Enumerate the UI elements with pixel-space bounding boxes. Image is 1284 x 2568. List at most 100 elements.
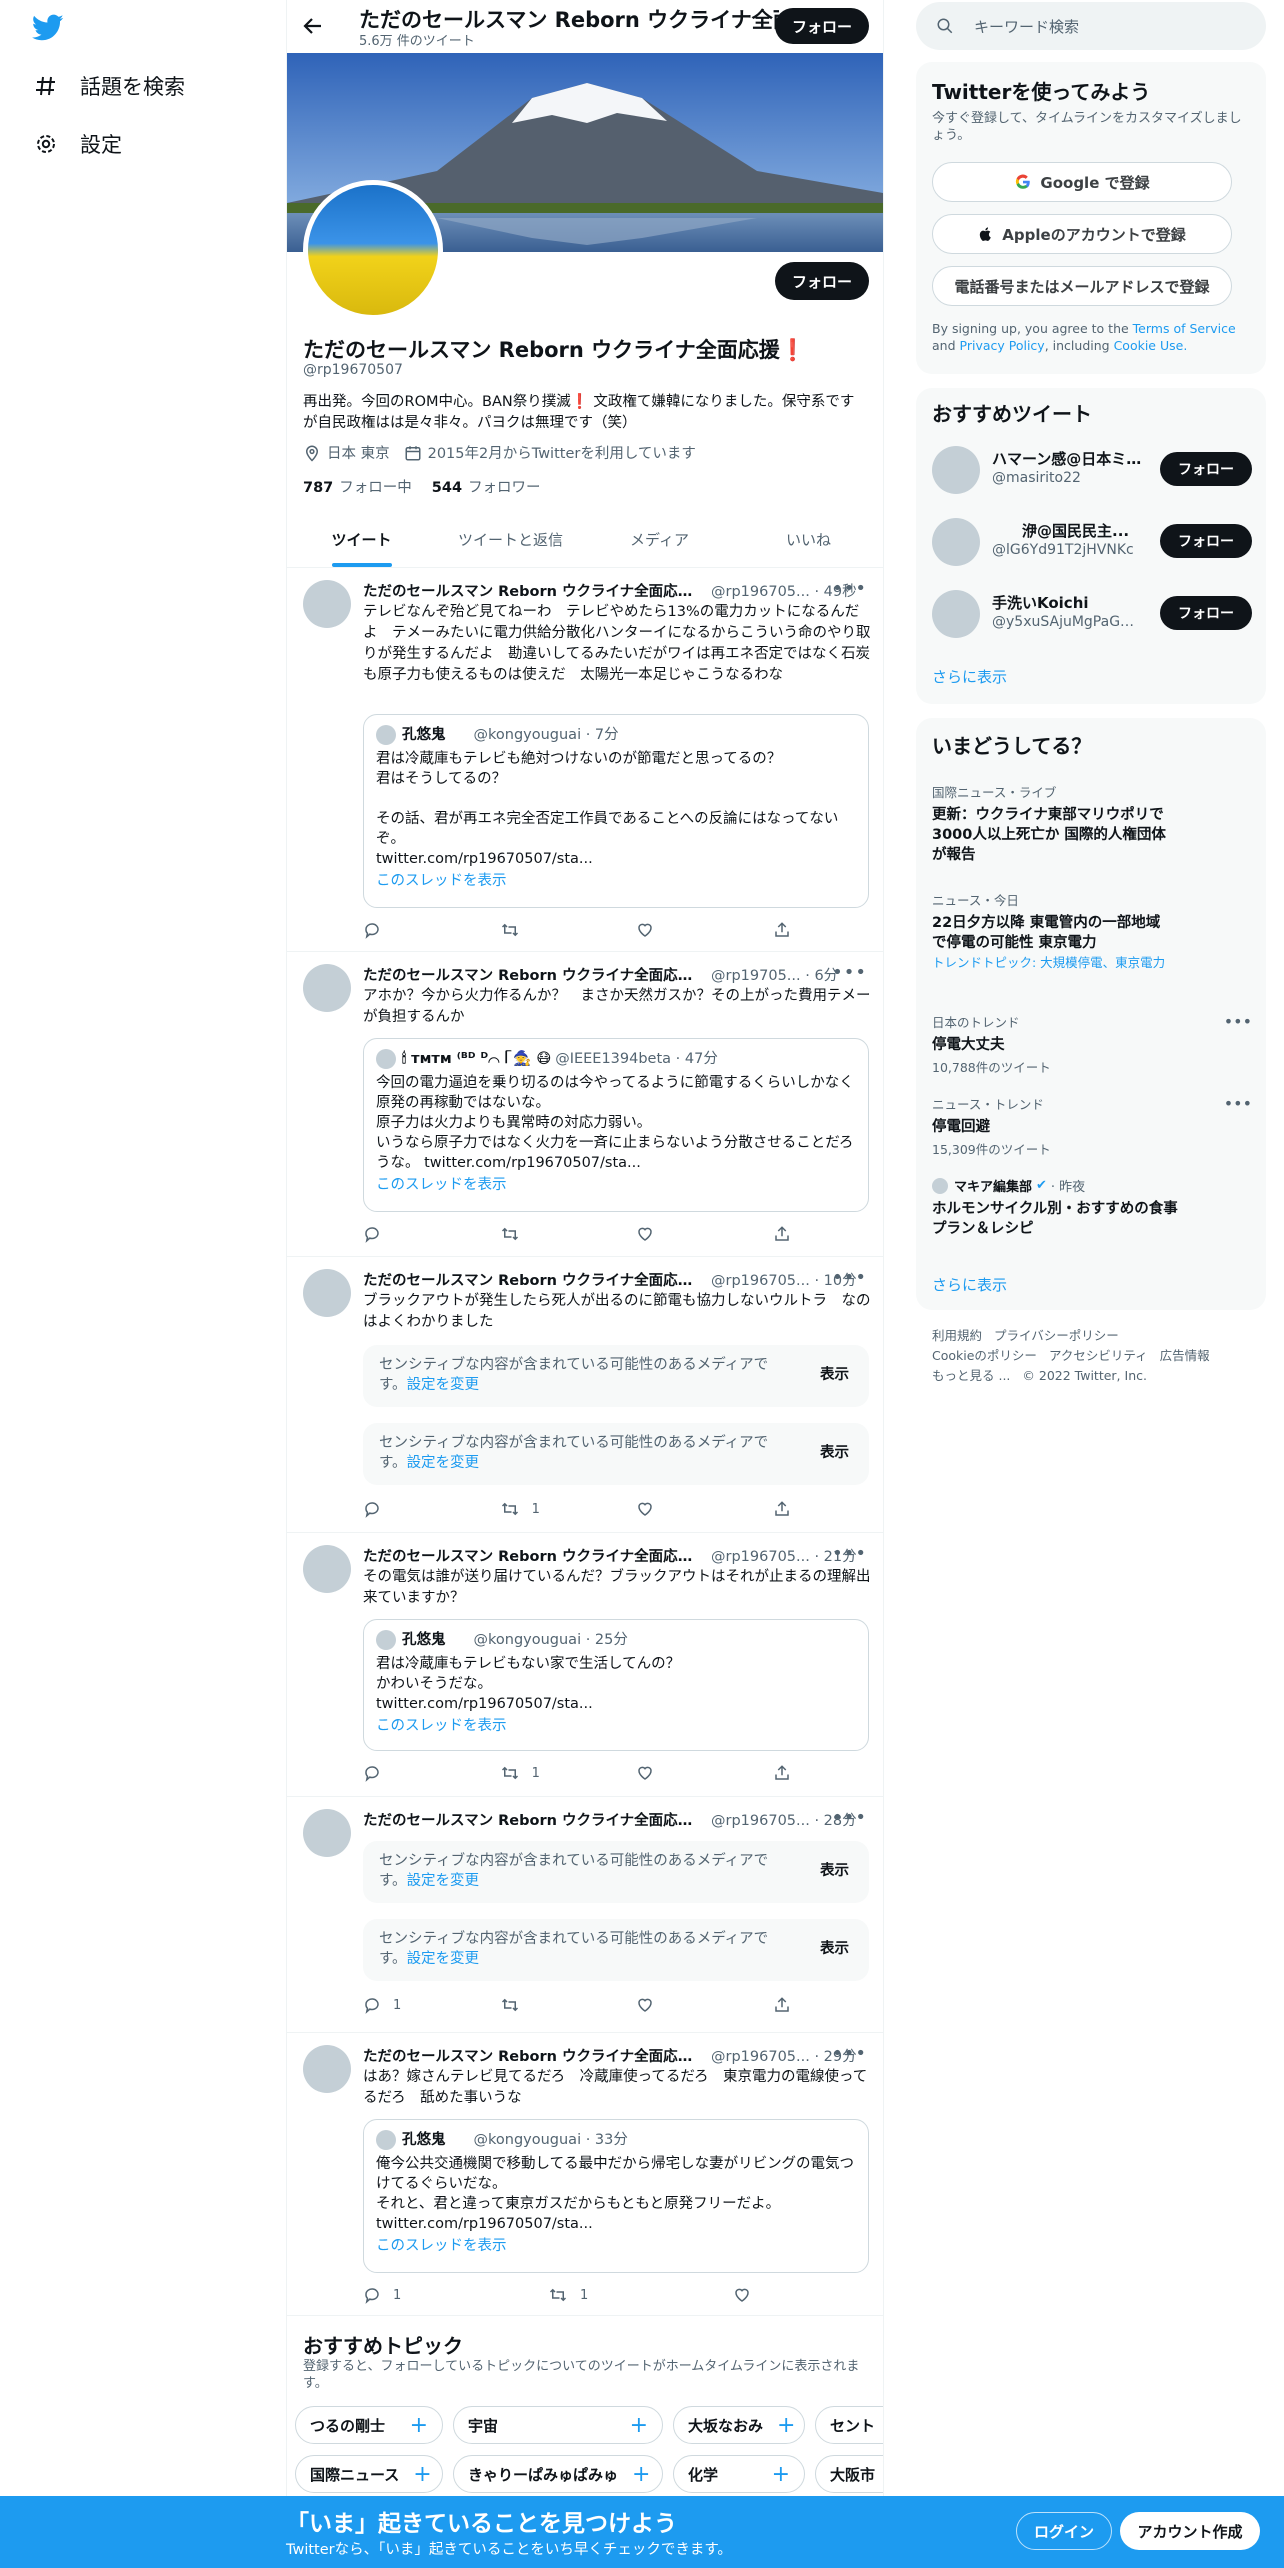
trend-article[interactable]: マキア編集部 ✔ · 昨夜 ホルモンサイクル別・おすすめの食事プラン＆レシピ bbox=[932, 1176, 1182, 1239]
footer-link[interactable]: プライバシーポリシー bbox=[994, 1328, 1119, 1343]
recommended-user[interactable]: 手洗いKoichi @y5xuSAjuMgPaGMQ フォロー bbox=[932, 586, 1252, 640]
terms-link[interactable]: Terms of Service bbox=[1133, 321, 1236, 336]
follow-button[interactable]: フォロー bbox=[1160, 524, 1252, 558]
avatar[interactable] bbox=[932, 518, 980, 566]
share-button[interactable] bbox=[773, 1225, 793, 1243]
retweet-button[interactable] bbox=[500, 1225, 560, 1243]
retweet-button[interactable]: 1 bbox=[500, 1764, 560, 1782]
tweet-author-name[interactable]: ただのセールスマン Reborn ウクライナ全面応援❗ bbox=[363, 580, 703, 601]
phone-email-signup-button[interactable]: 電話番号またはメールアドレスで登録 bbox=[932, 266, 1232, 306]
tweet-author-name[interactable]: ただのセールスマン Reborn ウクライナ全面応援❗ bbox=[363, 1809, 703, 1830]
tab-tweets-and-replies[interactable]: ツイートと返信 bbox=[436, 512, 585, 567]
share-button[interactable] bbox=[773, 1500, 793, 1518]
tweet[interactable]: ただのセールスマン Reborn ウクライナ全面応援❗ @rp196705... … bbox=[287, 1533, 883, 1797]
nav-explore[interactable]: 話題を検索 bbox=[32, 62, 185, 110]
like-button[interactable] bbox=[636, 1764, 696, 1782]
more-icon[interactable]: ••• bbox=[1224, 1012, 1252, 1031]
topic-chip[interactable]: 国際ニュース + bbox=[295, 2455, 443, 2493]
footer-more-link[interactable]: もっと見る ... bbox=[932, 1368, 1010, 1383]
tweet-author-name[interactable]: ただのセールスマン Reborn ウクライナ全面応援❗ bbox=[363, 1269, 703, 1290]
tab-media[interactable]: メディア bbox=[585, 512, 734, 567]
retweet-button[interactable] bbox=[500, 921, 560, 939]
like-button[interactable] bbox=[636, 1500, 696, 1518]
avatar[interactable] bbox=[932, 446, 980, 494]
quote-tweet[interactable]: 孔悠鬼 @kongyouguai · 25分 君は冷蔵庫もテレビもない家で生活して… bbox=[363, 1619, 869, 1751]
reply-button[interactable] bbox=[363, 1225, 423, 1243]
following-link[interactable]: 787 フォロー中 bbox=[303, 476, 412, 497]
create-account-button[interactable]: アカウント作成 bbox=[1120, 2512, 1260, 2550]
avatar[interactable] bbox=[303, 580, 351, 628]
like-button[interactable] bbox=[636, 1225, 696, 1243]
show-media-button[interactable]: 表示 bbox=[820, 1443, 849, 1463]
trend-topics[interactable]: トレンドトピック: 大規模停電、東京電力 bbox=[932, 955, 1172, 971]
login-button[interactable]: ログイン bbox=[1016, 2512, 1112, 2550]
trend-item[interactable]: ニュース・今日 22日夕方以降 東電管内の一部地域で停電の可能性 東京電力 トレ… bbox=[932, 890, 1172, 971]
topic-chip[interactable]: 化学 + bbox=[673, 2455, 805, 2493]
share-button[interactable] bbox=[773, 1996, 793, 2014]
like-button[interactable] bbox=[733, 2286, 793, 2304]
reply-button[interactable] bbox=[363, 1764, 423, 1782]
footer-link[interactable]: 広告情報 bbox=[1160, 1348, 1210, 1363]
footer-link[interactable]: Cookieのポリシー bbox=[932, 1348, 1037, 1363]
more-icon[interactable]: ••• bbox=[832, 2043, 867, 2064]
show-thread-link[interactable]: このスレッドを表示 bbox=[376, 2236, 856, 2256]
topbar-follow-button[interactable]: フォロー bbox=[775, 8, 869, 44]
tweet-author-name[interactable]: ただのセールスマン Reborn ウクライナ全面応援❗ bbox=[363, 964, 703, 985]
trend-item[interactable]: 日本のトレンド 停電大丈夫 10,788件のツイート ••• bbox=[932, 1012, 1252, 1076]
more-icon[interactable]: ••• bbox=[832, 962, 867, 983]
follow-button[interactable]: フォロー bbox=[1160, 452, 1252, 486]
profile-avatar[interactable] bbox=[303, 180, 443, 320]
recommended-user[interactable]: ハマーン感@日本ミ... @masirito22 フォロー bbox=[932, 442, 1252, 496]
avatar[interactable] bbox=[932, 590, 980, 638]
tweet-author-name[interactable]: ただのセールスマン Reborn ウクライナ全面応援❗ bbox=[363, 1545, 703, 1566]
privacy-link[interactable]: Privacy Policy bbox=[960, 338, 1045, 353]
cookie-link[interactable]: Cookie Use. bbox=[1114, 338, 1188, 353]
more-icon[interactable]: ••• bbox=[1224, 1094, 1252, 1113]
search-input[interactable]: キーワード検索 bbox=[916, 2, 1266, 50]
recommended-user[interactable]: 洢@国民民主... @lG6Yd91T2jHVNKc フォロー bbox=[932, 514, 1252, 568]
reply-button[interactable]: 1 bbox=[363, 2286, 423, 2304]
nav-settings[interactable]: 設定 bbox=[32, 120, 122, 168]
change-settings-link[interactable]: 設定を変更 bbox=[407, 1455, 480, 1471]
show-media-button[interactable]: 表示 bbox=[820, 1939, 849, 1959]
show-thread-link[interactable]: このスレッドを表示 bbox=[376, 1175, 856, 1195]
tweet-author-name[interactable]: ただのセールスマン Reborn ウクライナ全面応援❗ bbox=[363, 2045, 703, 2066]
footer-link[interactable]: 利用規約 bbox=[932, 1328, 982, 1343]
show-more-link[interactable]: さらに表示 bbox=[932, 666, 1007, 687]
twitter-logo-icon[interactable] bbox=[32, 14, 64, 42]
avatar[interactable] bbox=[303, 2045, 351, 2093]
reply-button[interactable] bbox=[363, 921, 423, 939]
tweet[interactable]: ただのセールスマン Reborn ウクライナ全面応援❗ @rp196705... … bbox=[287, 1797, 883, 2033]
tweet[interactable]: ただのセールスマン Reborn ウクライナ全面応援❗ @rp196705... … bbox=[287, 568, 883, 952]
more-icon[interactable]: ••• bbox=[832, 1267, 867, 1288]
topic-chip[interactable]: つるの剛士 + bbox=[295, 2406, 443, 2444]
quote-tweet[interactable]: 孔悠鬼 @kongyouguai · 33分 俺今公共交通機関で移動してる最中だか… bbox=[363, 2119, 869, 2273]
avatar[interactable] bbox=[303, 1269, 351, 1317]
quote-tweet[interactable]: 🕯 ᴛᴍᴛᴍ ⁽ᴮᴰ ᴰ⌒ ᥬ 🧙 😷 @IEEE1394beta · 47分 今… bbox=[363, 1038, 869, 1212]
avatar[interactable] bbox=[303, 1809, 351, 1857]
avatar[interactable] bbox=[303, 964, 351, 1012]
show-thread-link[interactable]: このスレッドを表示 bbox=[376, 1716, 856, 1736]
topic-chip[interactable]: 宇宙 + bbox=[453, 2406, 663, 2444]
share-button[interactable] bbox=[773, 1764, 793, 1782]
retweet-button[interactable]: 1 bbox=[548, 2286, 608, 2304]
tweet[interactable]: ただのセールスマン Reborn ウクライナ全面応援❗ @rp196705... … bbox=[287, 2033, 883, 2316]
topic-chip[interactable]: きゃりーぱみゅぱみゅ + bbox=[453, 2455, 663, 2493]
more-icon[interactable]: ••• bbox=[832, 578, 867, 599]
show-more-link[interactable]: さらに表示 bbox=[932, 1274, 1007, 1295]
more-icon[interactable]: ••• bbox=[832, 1807, 867, 1828]
reply-button[interactable] bbox=[363, 1500, 423, 1518]
tweet[interactable]: ただのセールスマン Reborn ウクライナ全面応援❗ @rp196705... … bbox=[287, 1257, 883, 1533]
google-signup-button[interactable]: Google で登録 bbox=[932, 162, 1232, 202]
retweet-button[interactable] bbox=[500, 1996, 560, 2014]
trend-item[interactable]: ニュース・トレンド 停電回避 15,309件のツイート ••• bbox=[932, 1094, 1252, 1158]
share-button[interactable] bbox=[773, 921, 793, 939]
like-button[interactable] bbox=[636, 921, 696, 939]
change-settings-link[interactable]: 設定を変更 bbox=[407, 1951, 480, 1967]
change-settings-link[interactable]: 設定を変更 bbox=[407, 1873, 480, 1889]
more-icon[interactable]: ••• bbox=[832, 1543, 867, 1564]
like-button[interactable] bbox=[636, 1996, 696, 2014]
tweet[interactable]: ただのセールスマン Reborn ウクライナ全面応援❗ @rp19705... ·… bbox=[287, 952, 883, 1257]
back-arrow-icon[interactable] bbox=[301, 14, 327, 40]
avatar[interactable] bbox=[303, 1545, 351, 1593]
